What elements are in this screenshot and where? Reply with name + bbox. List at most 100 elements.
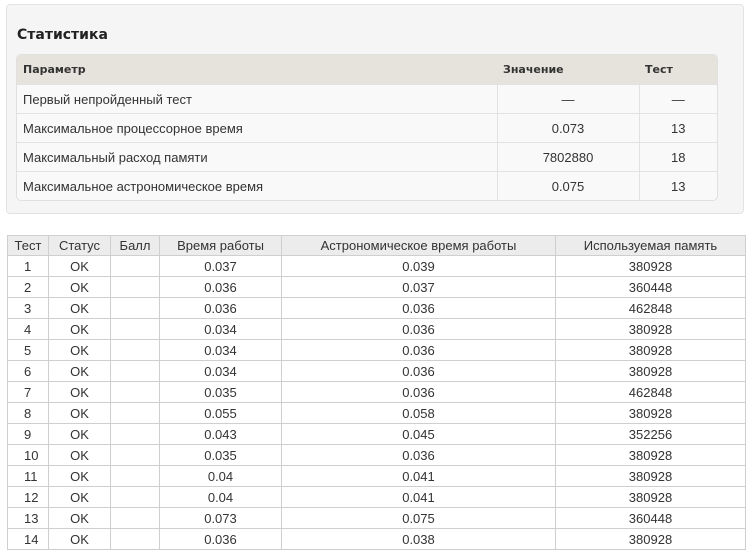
table-row: 1 OK 0.037 0.039 380928 [7, 255, 746, 277]
header-param: Параметр [17, 55, 497, 85]
test-cpu-time: 0.04 [159, 486, 282, 508]
table-row: 6 OK 0.034 0.036 380928 [7, 360, 746, 382]
table-row: 4 OK 0.034 0.036 380928 [7, 318, 746, 340]
test-cpu-time: 0.035 [159, 444, 282, 466]
table-row: 9 OK 0.043 0.045 352256 [7, 423, 746, 445]
test-score [110, 444, 160, 466]
test-number: 11 [7, 465, 49, 487]
statistics-table: Параметр Значение Тест Первый непройденн… [17, 55, 717, 200]
test-memory: 462848 [555, 381, 746, 403]
test-cpu-time: 0.037 [159, 255, 282, 277]
test-wall-time: 0.036 [281, 381, 556, 403]
test-cpu-time: 0.036 [159, 297, 282, 319]
test-cpu-time: 0.04 [159, 465, 282, 487]
test-number: 4 [7, 318, 49, 340]
test-score [110, 423, 160, 445]
test-wall-time: 0.075 [281, 507, 556, 529]
statistics-title: Статистика [17, 27, 108, 43]
table-row: 13 OK 0.073 0.075 360448 [7, 507, 746, 529]
header-cpu-time: Время работы [159, 235, 282, 256]
stat-value: 0.073 [496, 113, 639, 143]
test-number: 12 [7, 486, 49, 508]
test-cpu-time: 0.073 [159, 507, 282, 529]
test-cpu-time: 0.055 [159, 402, 282, 424]
stat-param: Максимальное астрономическое время [17, 171, 497, 200]
header-test: Тест [639, 55, 717, 85]
stat-test: 18 [638, 142, 717, 172]
test-score [110, 507, 160, 529]
test-wall-time: 0.039 [281, 255, 556, 277]
statistics-row: Максимальное астрономическое время 0.075… [17, 171, 717, 200]
test-wall-time: 0.058 [281, 402, 556, 424]
statistics-row: Максимальный расход памяти 7802880 18 [17, 142, 717, 172]
test-score [110, 276, 160, 298]
test-memory: 380928 [555, 486, 746, 508]
test-score [110, 486, 160, 508]
test-status: OK [48, 423, 111, 445]
test-status: OK [48, 465, 111, 487]
table-row: 8 OK 0.055 0.058 380928 [7, 402, 746, 424]
test-score [110, 360, 160, 382]
table-row: 12 OK 0.04 0.041 380928 [7, 486, 746, 508]
test-status: OK [48, 507, 111, 529]
test-score [110, 402, 160, 424]
table-row: 3 OK 0.036 0.036 462848 [7, 297, 746, 319]
test-memory: 380928 [555, 255, 746, 277]
test-cpu-time: 0.034 [159, 339, 282, 361]
test-memory: 380928 [555, 465, 746, 487]
test-status: OK [48, 339, 111, 361]
test-cpu-time: 0.034 [159, 360, 282, 382]
test-number: 9 [7, 423, 49, 445]
test-wall-time: 0.036 [281, 318, 556, 340]
test-status: OK [48, 381, 111, 403]
test-status: OK [48, 318, 111, 340]
test-cpu-time: 0.036 [159, 528, 282, 550]
test-memory: 380928 [555, 318, 746, 340]
test-wall-time: 0.038 [281, 528, 556, 550]
test-memory: 380928 [555, 402, 746, 424]
test-wall-time: 0.036 [281, 360, 556, 382]
test-wall-time: 0.036 [281, 297, 556, 319]
test-memory: 360448 [555, 276, 746, 298]
test-wall-time: 0.045 [281, 423, 556, 445]
test-score [110, 465, 160, 487]
table-row: 10 OK 0.035 0.036 380928 [7, 444, 746, 466]
tests-header-row: Тест Статус Балл Время работы Астрономич… [7, 235, 746, 256]
test-number: 3 [7, 297, 49, 319]
test-status: OK [48, 486, 111, 508]
stat-param: Первый непройденный тест [17, 84, 497, 114]
test-cpu-time: 0.043 [159, 423, 282, 445]
stat-value: 7802880 [496, 142, 639, 172]
test-number: 8 [7, 402, 49, 424]
stat-param: Максимальное процессорное время [17, 113, 497, 143]
header-memory: Используемая память [555, 235, 746, 256]
stat-value: 0.075 [496, 171, 639, 200]
stat-value: — [496, 84, 639, 114]
tests-table: Тест Статус Балл Время работы Астрономич… [7, 235, 746, 550]
header-test-number: Тест [7, 235, 49, 256]
statistics-header-row: Параметр Значение Тест [17, 55, 717, 85]
test-score [110, 339, 160, 361]
stat-test: — [638, 84, 717, 114]
test-wall-time: 0.037 [281, 276, 556, 298]
test-status: OK [48, 360, 111, 382]
statistics-panel: Статистика Параметр Значение Тест Первый… [6, 4, 744, 214]
test-memory: 360448 [555, 507, 746, 529]
test-wall-time: 0.041 [281, 465, 556, 487]
test-status: OK [48, 444, 111, 466]
table-row: 2 OK 0.036 0.037 360448 [7, 276, 746, 298]
test-memory: 380928 [555, 444, 746, 466]
test-cpu-time: 0.036 [159, 276, 282, 298]
test-memory: 380928 [555, 339, 746, 361]
test-wall-time: 0.036 [281, 339, 556, 361]
header-wall-time: Астрономическое время работы [281, 235, 556, 256]
table-row: 5 OK 0.034 0.036 380928 [7, 339, 746, 361]
test-status: OK [48, 276, 111, 298]
test-number: 1 [7, 255, 49, 277]
test-number: 7 [7, 381, 49, 403]
test-memory: 380928 [555, 528, 746, 550]
test-number: 5 [7, 339, 49, 361]
stat-param: Максимальный расход памяти [17, 142, 497, 172]
table-row: 7 OK 0.035 0.036 462848 [7, 381, 746, 403]
test-number: 14 [7, 528, 49, 550]
